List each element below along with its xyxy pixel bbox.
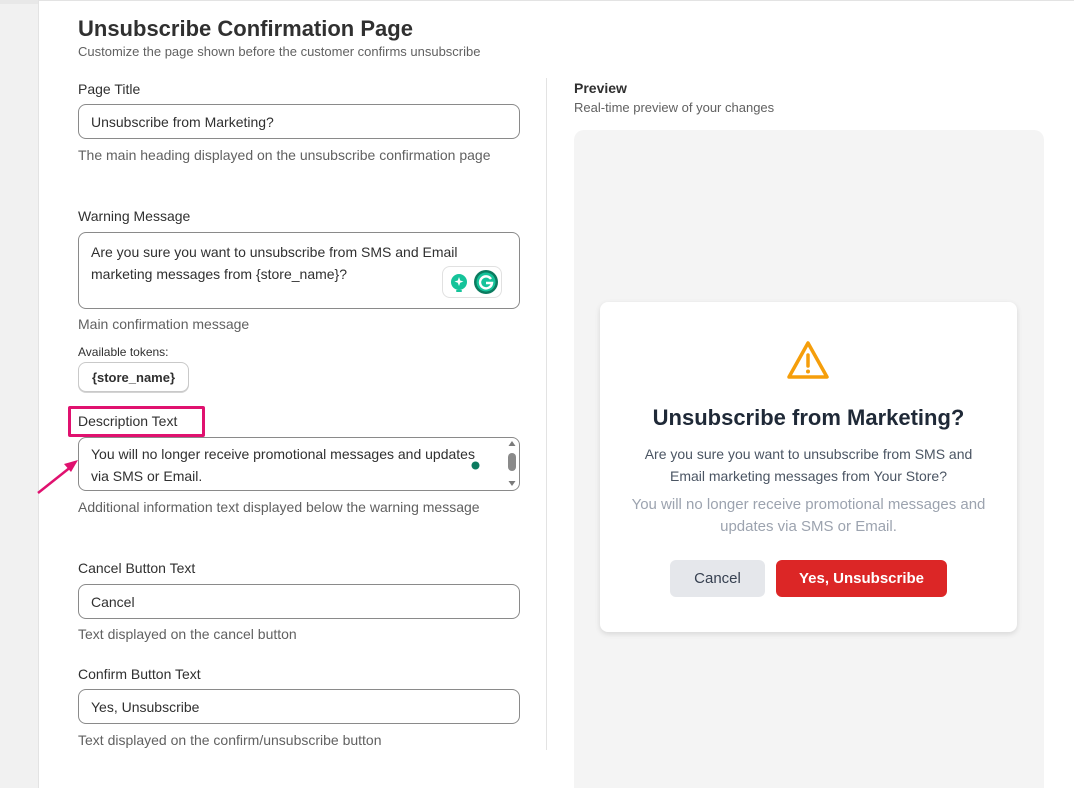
preview-subtitle: Real-time preview of your changes	[574, 100, 775, 115]
modal-confirm-button[interactable]: Yes, Unsubscribe	[776, 560, 947, 597]
cancel-button-text-label: Cancel Button Text	[78, 560, 196, 576]
modal-warning-text: Are you sure you want to unsubscribe fro…	[644, 446, 973, 484]
grammarly-widget[interactable]	[442, 266, 502, 298]
textarea-scrollbar[interactable]	[505, 437, 519, 490]
modal-description-text: You will no longer receive promotional m…	[631, 496, 986, 535]
annotation-highlight-box	[68, 406, 205, 437]
description-text-value: You will no longer receive promotional m…	[91, 446, 475, 484]
page-subtitle: Customize the page shown before the cust…	[78, 44, 481, 59]
description-text-textarea[interactable]: You will no longer receive promotional m…	[78, 437, 520, 491]
warning-message-help: Main confirmation message	[78, 316, 250, 332]
confirm-button-text-input[interactable]: Yes, Unsubscribe	[78, 689, 520, 724]
confirm-button-text-label: Confirm Button Text	[78, 666, 201, 682]
page-title-help: The main heading displayed on the unsubs…	[78, 147, 491, 163]
grammarly-status-dot-icon	[471, 461, 480, 470]
confirm-button-text-help: Text displayed on the confirm/unsubscrib…	[78, 732, 382, 748]
page-title: Unsubscribe Confirmation Page	[78, 16, 413, 41]
cancel-button-text-input[interactable]: Cancel	[78, 584, 520, 619]
annotation-arrow-icon	[37, 460, 78, 494]
modal-cancel-button[interactable]: Cancel	[670, 560, 765, 597]
modal-title: Unsubscribe from Marketing?	[652, 405, 965, 430]
tokens-label: Available tokens:	[78, 345, 169, 359]
warning-triangle-icon	[787, 341, 829, 379]
preview-title: Preview	[574, 80, 627, 96]
description-text-help: Additional information text displayed be…	[78, 499, 480, 515]
cancel-button-text-help: Text displayed on the cancel button	[78, 626, 297, 642]
warning-message-value: Are you sure you want to unsubscribe fro…	[91, 244, 458, 282]
warning-message-label: Warning Message	[78, 208, 191, 224]
grammarly-icon	[451, 270, 498, 294]
column-divider	[546, 78, 547, 750]
page-title-input[interactable]: Unsubscribe from Marketing?	[78, 104, 520, 139]
page-title-label: Page Title	[78, 81, 141, 97]
token-store-name[interactable]: {store_name}	[78, 362, 189, 392]
